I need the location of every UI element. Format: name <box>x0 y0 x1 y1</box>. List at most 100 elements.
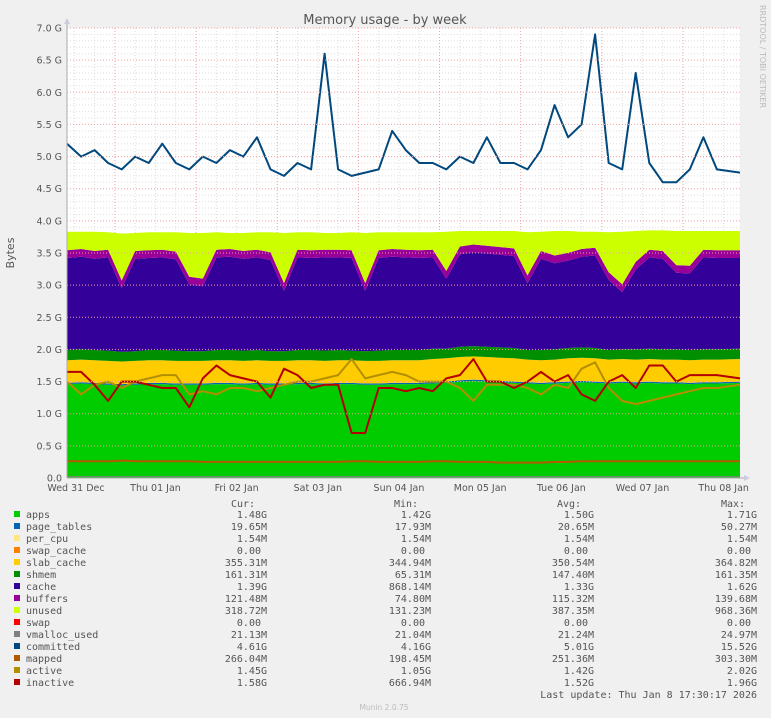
x-tick-label: Thu 08 Jan <box>697 483 749 494</box>
legend-avg: 251.36M <box>552 654 594 665</box>
y-tick-label: 6.5 G <box>37 56 63 67</box>
legend-name: committed <box>26 642 80 653</box>
legend-avg: 147.40M <box>552 570 594 581</box>
legend-min: 0.00 <box>401 618 425 629</box>
legend-max: 1.62G <box>727 582 757 593</box>
legend-row-swap: swap 0.00 0.00 0.00 0.00 <box>14 618 751 629</box>
legend-swatch <box>14 619 20 625</box>
legend-avg: 350.54M <box>552 558 594 569</box>
legend-max: 1.96G <box>727 678 757 689</box>
legend-name: buffers <box>26 594 68 605</box>
x-tick-label: Wed 31 Dec <box>47 483 104 494</box>
y-tick-label: 0.5 G <box>37 441 63 452</box>
y-tick-label: 7.0 G <box>37 24 63 35</box>
x-tick-label: Fri 02 Jan <box>215 483 259 494</box>
x-tick-label: Tue 06 Jan <box>536 483 586 494</box>
legend-cur: 0.00 <box>237 618 261 629</box>
legend-swatch <box>14 583 20 589</box>
memory-chart: 0.00.5 G1.0 G1.5 G2.0 G2.5 G3.0 G3.5 G4.… <box>4 5 767 712</box>
legend-row-page_tables: page_tables 19.65M 17.93M 20.65M 50.27M <box>14 522 757 533</box>
legend-min: 131.23M <box>389 606 431 617</box>
last-update: Last update: Thu Jan 8 17:30:17 2026 <box>540 690 757 701</box>
x-tick-label: Wed 07 Jan <box>616 483 669 494</box>
legend-swatch <box>14 559 20 565</box>
legend-max: 15.52G <box>721 642 757 653</box>
legend-min: 1.42G <box>401 510 431 521</box>
chart-title: Memory usage - by week <box>303 13 467 28</box>
legend-min: 65.31M <box>395 570 431 581</box>
legend-max: 1.54M <box>727 534 757 545</box>
legend-swatch <box>14 655 20 661</box>
munin-graph: 0.0 0.5 G 1.0 G 1.5 G 2.0 G 2.5 G 3.0 G 3.5 G 4.… <box>0 0 771 718</box>
legend-avg: 115.32M <box>552 594 594 605</box>
y-tick-label: 4.0 G <box>37 216 63 227</box>
legend-min: 666.94M <box>389 678 431 689</box>
legend-max: 161.35M <box>715 570 757 581</box>
legend-cur: 1.54M <box>237 534 267 545</box>
legend-avg: 1.42G <box>564 666 594 677</box>
legend-cur: 4.61G <box>237 642 267 653</box>
legend-swatch <box>14 571 20 577</box>
legend-row-unused: unused 318.72M 131.23M 387.35M 968.36M <box>14 606 757 617</box>
legend-swatch <box>14 631 20 637</box>
legend-name: mapped <box>26 654 62 665</box>
x-tick-label: Thu 01 Jan <box>129 483 181 494</box>
y-tick-label: 5.0 G <box>37 152 63 163</box>
legend-header: Avg: <box>557 499 581 510</box>
y-axis-arrow-icon <box>64 18 70 24</box>
legend-max: 0.00 <box>727 546 751 557</box>
legend-name: shmem <box>26 570 56 581</box>
legend-min: 868.14M <box>389 582 431 593</box>
legend-max: 968.36M <box>715 606 757 617</box>
legend-swatch <box>14 643 20 649</box>
legend-swatch <box>14 547 20 553</box>
legend-min: 1.54M <box>401 534 431 545</box>
y-tick-label: 2.0 G <box>37 345 63 356</box>
legend-name: inactive <box>26 678 74 689</box>
legend-name: cache <box>26 582 56 593</box>
legend-row-cache: cache 1.39G 868.14M 1.33G 1.62G <box>14 582 757 593</box>
legend-swatch <box>14 511 20 517</box>
legend-name: swap <box>26 618 50 629</box>
legend-row-mapped: mapped 266.04M 198.45M 251.36M 303.30M <box>14 654 757 665</box>
legend-row-inactive: inactive 1.58G 666.94M 1.52G 1.96G <box>14 678 757 689</box>
legend-avg: 1.50G <box>564 510 594 521</box>
legend-cur: 0.00 <box>237 546 261 557</box>
stacked-areas <box>67 230 740 478</box>
legend-max: 1.71G <box>727 510 757 521</box>
legend-name: vmalloc_used <box>26 630 98 641</box>
y-tick-label: 4.5 G <box>37 184 63 195</box>
legend-name: swap_cache <box>26 546 86 557</box>
munin-version: Munin 2.0.75 <box>359 703 408 712</box>
legend-row-apps: apps 1.48G 1.42G 1.50G 1.71G <box>14 510 757 521</box>
y-tick-label: 5.5 G <box>37 120 63 131</box>
legend-avg: 20.65M <box>558 522 594 533</box>
legend-cur: 161.31M <box>225 570 267 581</box>
legend-cur: 1.48G <box>237 510 267 521</box>
legend-max: 303.30M <box>715 654 757 665</box>
legend-max: 24.97M <box>721 630 757 641</box>
legend-row-buffers: buffers 121.48M 74.80M 115.32M 139.68M <box>14 594 757 605</box>
legend-max: 2.02G <box>727 666 757 677</box>
legend-row-shmem: shmem 161.31M 65.31M 147.40M 161.35M <box>14 570 757 581</box>
legend-cur: 21.13M <box>231 630 267 641</box>
legend-swatch <box>14 607 20 613</box>
legend-min: 0.00 <box>401 546 425 557</box>
legend-cur: 1.58G <box>237 678 267 689</box>
legend-row-slab_cache: slab_cache 355.31M 344.94M 350.54M 364.82M <box>14 558 757 569</box>
legend-cur: 318.72M <box>225 606 267 617</box>
legend-max: 364.82M <box>715 558 757 569</box>
legend-min: 74.80M <box>395 594 431 605</box>
legend-avg: 0.00 <box>564 618 588 629</box>
legend-header: Min: <box>394 499 418 510</box>
y-tick-label: 6.0 G <box>37 88 63 99</box>
legend-min: 17.93M <box>395 522 431 533</box>
area-cache <box>67 252 740 352</box>
legend-max: 50.27M <box>721 522 757 533</box>
x-tick-label: Sun 04 Jan <box>374 483 425 494</box>
legend-avg: 21.24M <box>558 630 594 641</box>
legend-swatch <box>14 535 20 541</box>
legend-avg: 1.33G <box>564 582 594 593</box>
legend-name: apps <box>26 510 50 521</box>
legend-name: per_cpu <box>26 534 68 545</box>
